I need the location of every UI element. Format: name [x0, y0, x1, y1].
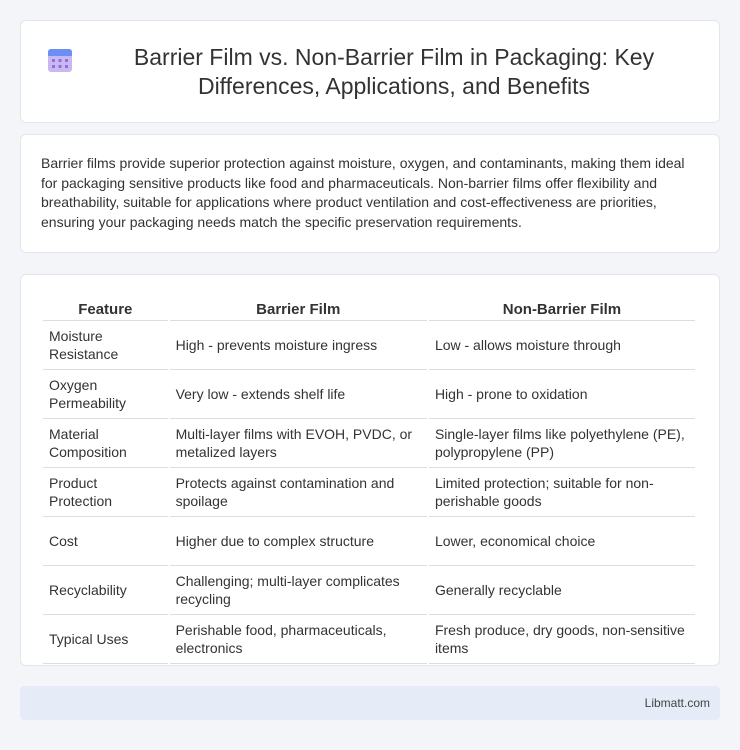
feature-cell: Recyclability — [43, 566, 168, 615]
barrier-cell: Higher due to complex structure — [169, 517, 427, 566]
title-wrap: Barrier Film vs. Non-Barrier Film in Pac… — [45, 43, 695, 101]
table-row: Moisture Resistance High - prevents mois… — [43, 321, 695, 370]
barrier-cell: Perishable food, pharmaceuticals, electr… — [169, 615, 427, 664]
table-header-row: Feature Barrier Film Non-Barrier Film — [43, 297, 695, 321]
header-barrier-film: Barrier Film — [169, 297, 427, 321]
table-row: Product Protection Protects against cont… — [43, 468, 695, 517]
table-row: Recyclability Challenging; multi-layer c… — [43, 566, 695, 615]
barrier-cell: Protects against contamination and spoil… — [169, 468, 427, 517]
footer: Libmatt.com — [20, 686, 720, 720]
table-row: Typical Uses Perishable food, pharmaceut… — [43, 615, 695, 664]
table-row: Material Composition Multi-layer films w… — [43, 419, 695, 468]
feature-cell: Product Protection — [43, 468, 168, 517]
non-barrier-cell: High - prone to oxidation — [428, 370, 695, 419]
non-barrier-cell: Low - allows moisture through — [428, 321, 695, 370]
title-card: Barrier Film vs. Non-Barrier Film in Pac… — [20, 20, 720, 123]
footer-brand: Libmatt.com — [644, 696, 710, 710]
barrier-cell: Very low - extends shelf life — [169, 370, 427, 419]
barrier-cell: High - prevents moisture ingress — [169, 321, 427, 370]
non-barrier-cell: Limited protection; suitable for non-per… — [428, 468, 695, 517]
calendar-icon — [48, 48, 72, 72]
page-title: Barrier Film vs. Non-Barrier Film in Pac… — [133, 43, 655, 99]
feature-cell: Material Composition — [43, 419, 168, 468]
non-barrier-cell: Generally recyclable — [428, 566, 695, 615]
barrier-cell: Challenging; multi-layer complicates rec… — [169, 566, 427, 615]
feature-cell: Oxygen Permeability — [43, 370, 168, 419]
comparison-table-card: Feature Barrier Film Non-Barrier Film Mo… — [20, 274, 720, 666]
non-barrier-cell: Fresh produce, dry goods, non-sensitive … — [428, 615, 695, 664]
table-row: Oxygen Permeability Very low - extends s… — [43, 370, 695, 419]
feature-cell: Cost — [43, 517, 168, 566]
header-non-barrier-film: Non-Barrier Film — [428, 297, 695, 321]
barrier-cell: Multi-layer films with EVOH, PVDC, or me… — [169, 419, 427, 468]
non-barrier-cell: Lower, economical choice — [428, 517, 695, 566]
feature-cell: Typical Uses — [43, 615, 168, 664]
comparison-table: Feature Barrier Film Non-Barrier Film Mo… — [41, 297, 697, 664]
non-barrier-cell: Single-layer films like polyethylene (PE… — [428, 419, 695, 468]
header-feature: Feature — [43, 297, 168, 321]
intro-card: Barrier films provide superior protectio… — [20, 134, 720, 253]
table-row: Cost Higher due to complex structure Low… — [43, 517, 695, 566]
feature-cell: Moisture Resistance — [43, 321, 168, 370]
intro-text: Barrier films provide superior protectio… — [41, 155, 685, 230]
